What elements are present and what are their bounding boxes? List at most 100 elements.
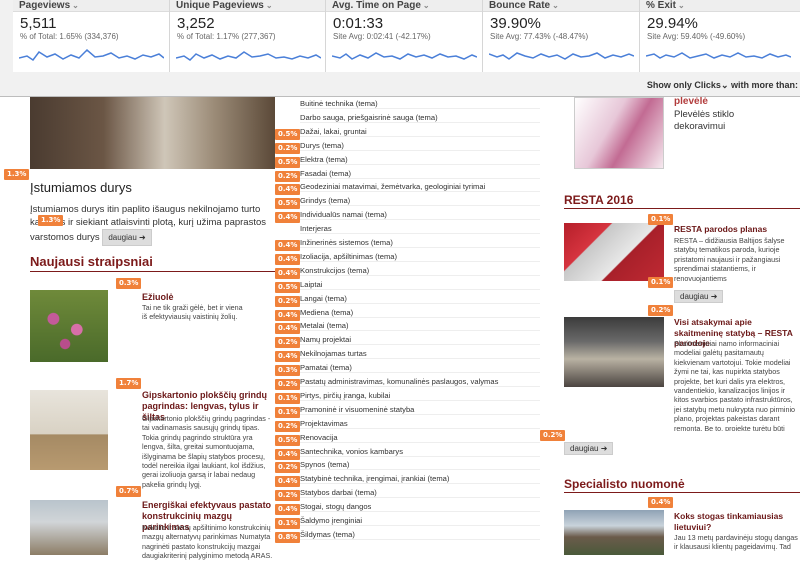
click-badge: 0.2%	[275, 420, 301, 432]
article-title[interactable]: Ežiuolė	[142, 292, 174, 303]
with-more-label: with more than:	[731, 80, 798, 90]
category-item[interactable]: Konstrukcijos (tema)	[300, 266, 540, 276]
metric-label: Pageviews	[19, 0, 71, 11]
article-thumbnail[interactable]	[564, 317, 664, 387]
click-badge: 0.4%	[275, 476, 301, 488]
click-badge: 0.2%	[275, 337, 301, 349]
article-thumbnail[interactable]	[30, 290, 108, 362]
more-button[interactable]: daugiau ➜	[674, 290, 724, 303]
category-item[interactable]: Spynos (tema)	[300, 460, 540, 471]
category-item[interactable]: Individualūs namai (tema)	[300, 210, 540, 221]
metric-pageviews[interactable]: Pageviews ⌄ 5,511 % of Total: 1.65% (334,…	[13, 0, 170, 72]
category-item[interactable]: Geodeziniai matavimai, žemėtvarka, geolo…	[300, 182, 540, 193]
category-item[interactable]: Pamatai (tema)	[300, 363, 540, 374]
category-item[interactable]: Grindys (tema)	[300, 196, 540, 207]
metric-exit[interactable]: % Exit ⌄ 29.94% Site Avg: 59.40% (-49.60%…	[640, 0, 800, 72]
section-heading-resta: RESTA 2016	[564, 193, 634, 207]
category-item[interactable]: Pastatų administravimas, komunalinės pas…	[300, 377, 540, 387]
category-item[interactable]: Metalai (tema)	[300, 321, 540, 332]
category-item[interactable]: Šaldymo įrenginiai	[300, 516, 540, 526]
arrow-right-icon: ➜	[710, 292, 718, 301]
category-item[interactable]: Projektavimas	[300, 419, 540, 429]
category-item[interactable]: Buitinė technika (tema)	[300, 99, 540, 109]
click-badge: 0.1%	[275, 406, 301, 418]
article-title[interactable]: Koks stogas tinkamiausias lietuviui?	[674, 511, 800, 532]
category-item[interactable]: Nekilnojamas turtas	[300, 349, 540, 360]
chevron-down-icon[interactable]: ⌄	[678, 1, 685, 10]
metric-sub: % of Total: 1.17% (277,367)	[177, 32, 276, 41]
click-badge: 0.5%	[275, 434, 301, 446]
category-item[interactable]: Dažai, lakai, gruntai	[300, 127, 540, 137]
click-badge: 0.4%	[275, 309, 301, 321]
category-item[interactable]: Durys (tema)	[300, 141, 540, 151]
article-item[interactable]: Ežiuolė Tai ne tik graži gėlė, bet ir vi…	[30, 278, 275, 370]
divider	[30, 271, 275, 272]
clicks-select[interactable]: Clicks	[694, 80, 721, 90]
category-item[interactable]: Laiptai	[300, 280, 540, 290]
section-heading-specialist: Specialisto nuomonė	[564, 477, 685, 491]
category-item[interactable]: Santechnika, vonios kambarys	[300, 447, 540, 457]
chevron-down-icon[interactable]: ⌄	[721, 80, 729, 90]
click-badge: 0.8%	[275, 531, 301, 543]
article-thumbnail[interactable]	[564, 223, 664, 281]
chevron-down-icon[interactable]: ⌄	[266, 1, 273, 10]
chevron-down-icon[interactable]: ⌄	[552, 1, 559, 10]
click-badge: 1.7%	[116, 378, 142, 389]
click-badge: 0.3%	[116, 278, 142, 289]
ad-title[interactable]: plevėlė	[674, 96, 708, 108]
category-item[interactable]: Statybinė technika, įrengimai, įrankiai …	[300, 474, 540, 485]
click-badge: 0.1%	[648, 277, 674, 288]
category-item[interactable]: Šildymas (tema)	[300, 530, 540, 540]
divider	[564, 208, 800, 209]
category-item[interactable]: Statybos darbai (tema)	[300, 488, 540, 499]
article-title[interactable]: RESTA parodos planas	[674, 224, 767, 235]
category-item[interactable]: Langai (tema)	[300, 294, 540, 304]
more-button[interactable]: daugiau ➜	[102, 229, 152, 246]
category-item[interactable]: Mediena (tema)	[300, 308, 540, 318]
metric-value: 5,511	[20, 15, 57, 32]
category-item[interactable]: Inžinerinės sistemos (tema)	[300, 238, 540, 248]
click-badge: 0.4%	[275, 267, 301, 279]
category-item[interactable]: Darbo sauga, priešgaisrinė sauga (tema)	[300, 113, 540, 123]
category-item[interactable]: Namų projektai	[300, 335, 540, 346]
metric-sub: Site Avg: 77.43% (-48.47%)	[490, 32, 589, 41]
article-thumbnail[interactable]	[564, 510, 664, 555]
click-badge: 0.2%	[648, 305, 674, 316]
article-item[interactable]: Gipskartonio plokščių grindų pagrindas: …	[30, 378, 275, 489]
category-item[interactable]: Renovacija	[300, 433, 540, 443]
metric-unique-pageviews[interactable]: Unique Pageviews ⌄ 3,252 % of Total: 1.17…	[170, 0, 326, 72]
sparkline	[332, 52, 477, 60]
metric-value: 3,252	[177, 15, 215, 32]
click-badge: 1.3%	[4, 169, 30, 180]
click-badge: 0.4%	[275, 212, 301, 224]
metric-bounce-rate[interactable]: Bounce Rate ⌄ 39.90% Site Avg: 77.43% (-4…	[483, 0, 640, 72]
category-item[interactable]: Elektra (tema)	[300, 155, 540, 165]
metric-sub: % of Total: 1.65% (334,376)	[20, 32, 119, 41]
sparkline	[646, 52, 791, 59]
clicks-filter[interactable]: Show only Clicks⌄ with more than:	[647, 80, 798, 91]
metric-avg-time[interactable]: Avg. Time on Page ⌄ 0:01:33 Site Avg: 0:0…	[326, 0, 483, 72]
click-badge: 0.5%	[275, 156, 301, 168]
article-thumbnail[interactable]	[30, 500, 108, 555]
article-item[interactable]: Energiškai efektyvaus pastato konstrukci…	[30, 486, 275, 560]
category-item[interactable]: Interjeras	[300, 224, 540, 235]
click-badge: 0.1%	[275, 392, 301, 404]
metric-value: 0:01:33	[333, 15, 384, 32]
more-button[interactable]: daugiau ➜	[564, 442, 614, 455]
click-badge: 0.3%	[275, 365, 301, 377]
category-item[interactable]: Stogai, stogų dangos	[300, 502, 540, 513]
metric-sub: Site Avg: 0:02:41 (-42.17%)	[333, 32, 431, 41]
article-desc: Gipskartonio plokščių grindų pagrindas -…	[142, 414, 271, 489]
category-item[interactable]: Fasadai (tema)	[300, 169, 540, 179]
chevron-down-icon[interactable]: ⌄	[423, 1, 430, 10]
category-item[interactable]: Pirtys, pirčių įranga, kubilai	[300, 391, 540, 401]
ad-thumbnail[interactable]	[574, 97, 664, 169]
more-label: daugiau	[108, 233, 137, 242]
category-item[interactable]: Izoliacija, apšiltinimas (tema)	[300, 252, 540, 262]
chevron-down-icon[interactable]: ⌄	[72, 1, 79, 10]
category-item[interactable]: Pramoninė ir visuomeninė statyba	[300, 405, 540, 415]
door-image[interactable]	[30, 97, 275, 169]
article-thumbnail[interactable]	[30, 390, 108, 470]
door-article-title[interactable]: Įstumiamos durys	[30, 180, 132, 195]
metric-label: % Exit	[646, 0, 677, 11]
